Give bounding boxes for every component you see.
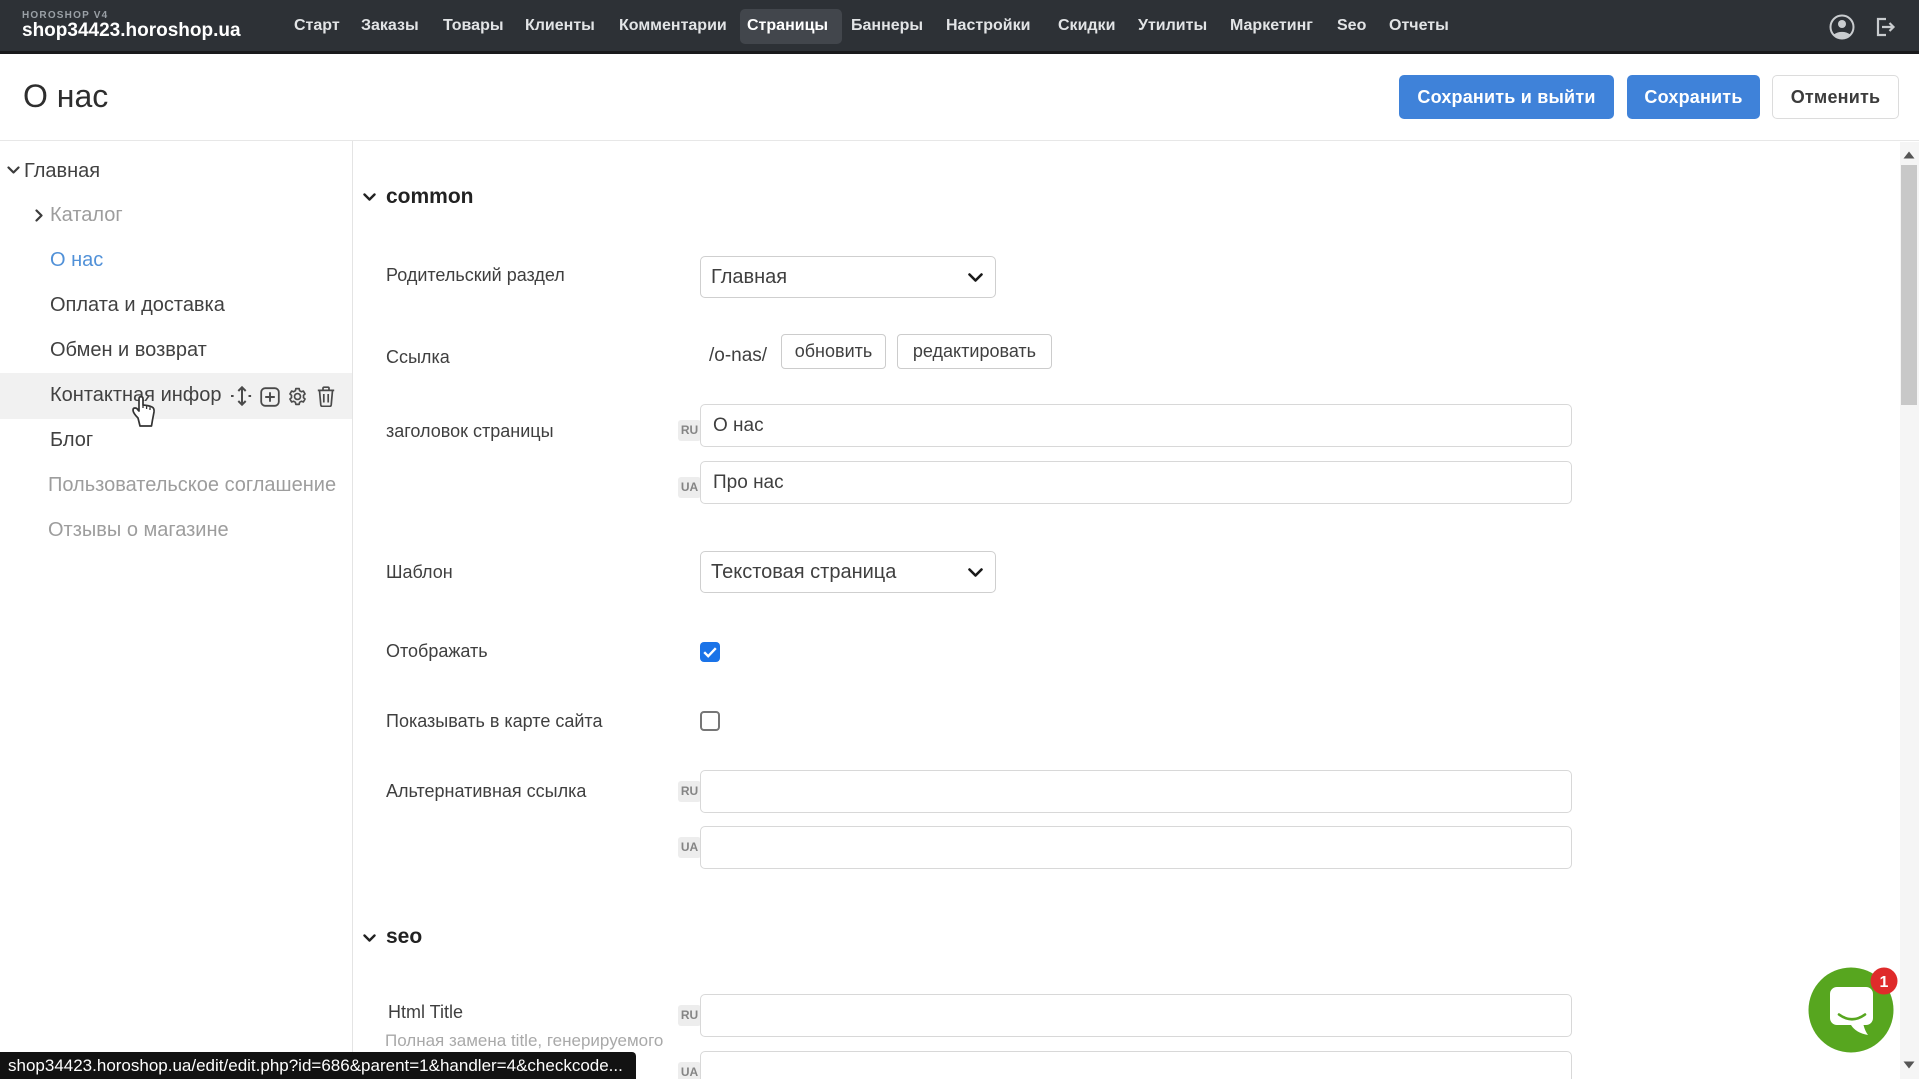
- svg-text:1: 1: [1880, 974, 1889, 991]
